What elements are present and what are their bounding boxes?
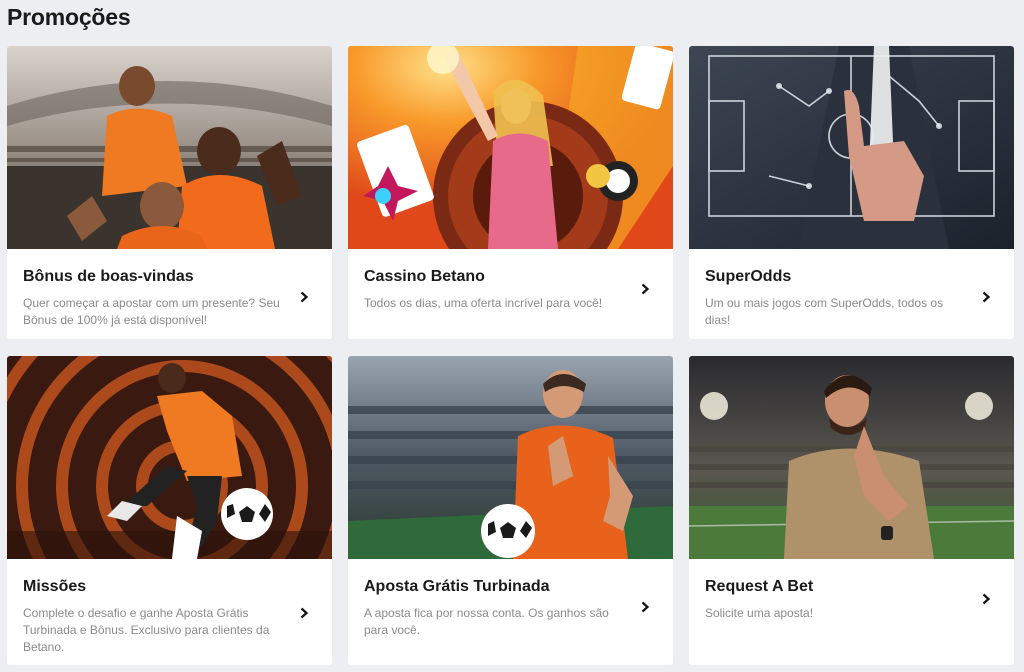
- promo-body-welcome-bonus: Bônus de boas-vindas Quer começar a apos…: [7, 249, 332, 339]
- chevron-right-icon[interactable]: [980, 593, 992, 605]
- promo-image-superodds: [689, 46, 1014, 249]
- promo-card-superodds[interactable]: SuperOdds Um ou mais jogos com SuperOdds…: [689, 46, 1014, 339]
- promo-card-welcome-bonus[interactable]: Bônus de boas-vindas Quer começar a apos…: [7, 46, 332, 339]
- promo-title: SuperOdds: [705, 268, 792, 285]
- chevron-right-icon[interactable]: [639, 283, 651, 295]
- chevron-right-icon[interactable]: [639, 601, 651, 613]
- promotions-page: Promoções Bônus de boas-vindas Quer come…: [0, 0, 1024, 672]
- page-title: Promoções: [7, 4, 131, 30]
- chevron-right-icon[interactable]: [980, 291, 992, 303]
- promo-description: Um ou mais jogos com SuperOdds, todos os…: [705, 296, 944, 327]
- promo-image-request-a-bet: [689, 356, 1014, 559]
- promo-title: Bônus de boas-vindas: [23, 268, 194, 285]
- promo-title: Request A Bet: [705, 578, 814, 595]
- promo-image-welcome-bonus: [7, 46, 332, 249]
- promo-description: Solicite uma aposta!: [705, 606, 814, 620]
- promo-description: Todos os dias, uma oferta incrível para …: [364, 296, 603, 310]
- promo-body-free-bet-boost: Aposta Grátis Turbinada A aposta fica po…: [348, 559, 673, 651]
- promo-body-request-a-bet: Request A Bet Solicite uma aposta!: [689, 559, 1014, 634]
- chevron-right-icon[interactable]: [298, 291, 310, 303]
- promo-image-casino: [348, 46, 673, 249]
- promo-image-missions: [7, 356, 332, 559]
- chevron-right-icon[interactable]: [298, 607, 310, 619]
- promo-description: Complete o desafio e ganhe Aposta Grátis…: [23, 606, 270, 654]
- promo-body-superodds: SuperOdds Um ou mais jogos com SuperOdds…: [689, 249, 1014, 339]
- promo-card-free-bet-boost[interactable]: Aposta Grátis Turbinada A aposta fica po…: [348, 356, 673, 665]
- promo-title: Missões: [23, 578, 87, 595]
- promo-description: Quer começar a apostar com um presente? …: [23, 296, 280, 327]
- promo-body-casino: Cassino Betano Todos os dias, uma oferta…: [348, 249, 673, 324]
- promo-title: Cassino Betano: [364, 268, 485, 285]
- promo-card-casino[interactable]: Cassino Betano Todos os dias, uma oferta…: [348, 46, 673, 339]
- promo-image-free-bet-boost: [348, 356, 673, 559]
- promo-description: A aposta fica por nossa conta. Os ganhos…: [364, 606, 609, 637]
- promo-body-missions: Missões Complete o desafio e ganhe Apost…: [7, 559, 332, 665]
- promo-card-request-a-bet[interactable]: Request A Bet Solicite uma aposta!: [689, 356, 1014, 665]
- promo-card-missions[interactable]: Missões Complete o desafio e ganhe Apost…: [7, 356, 332, 665]
- promo-title: Aposta Grátis Turbinada: [364, 578, 550, 595]
